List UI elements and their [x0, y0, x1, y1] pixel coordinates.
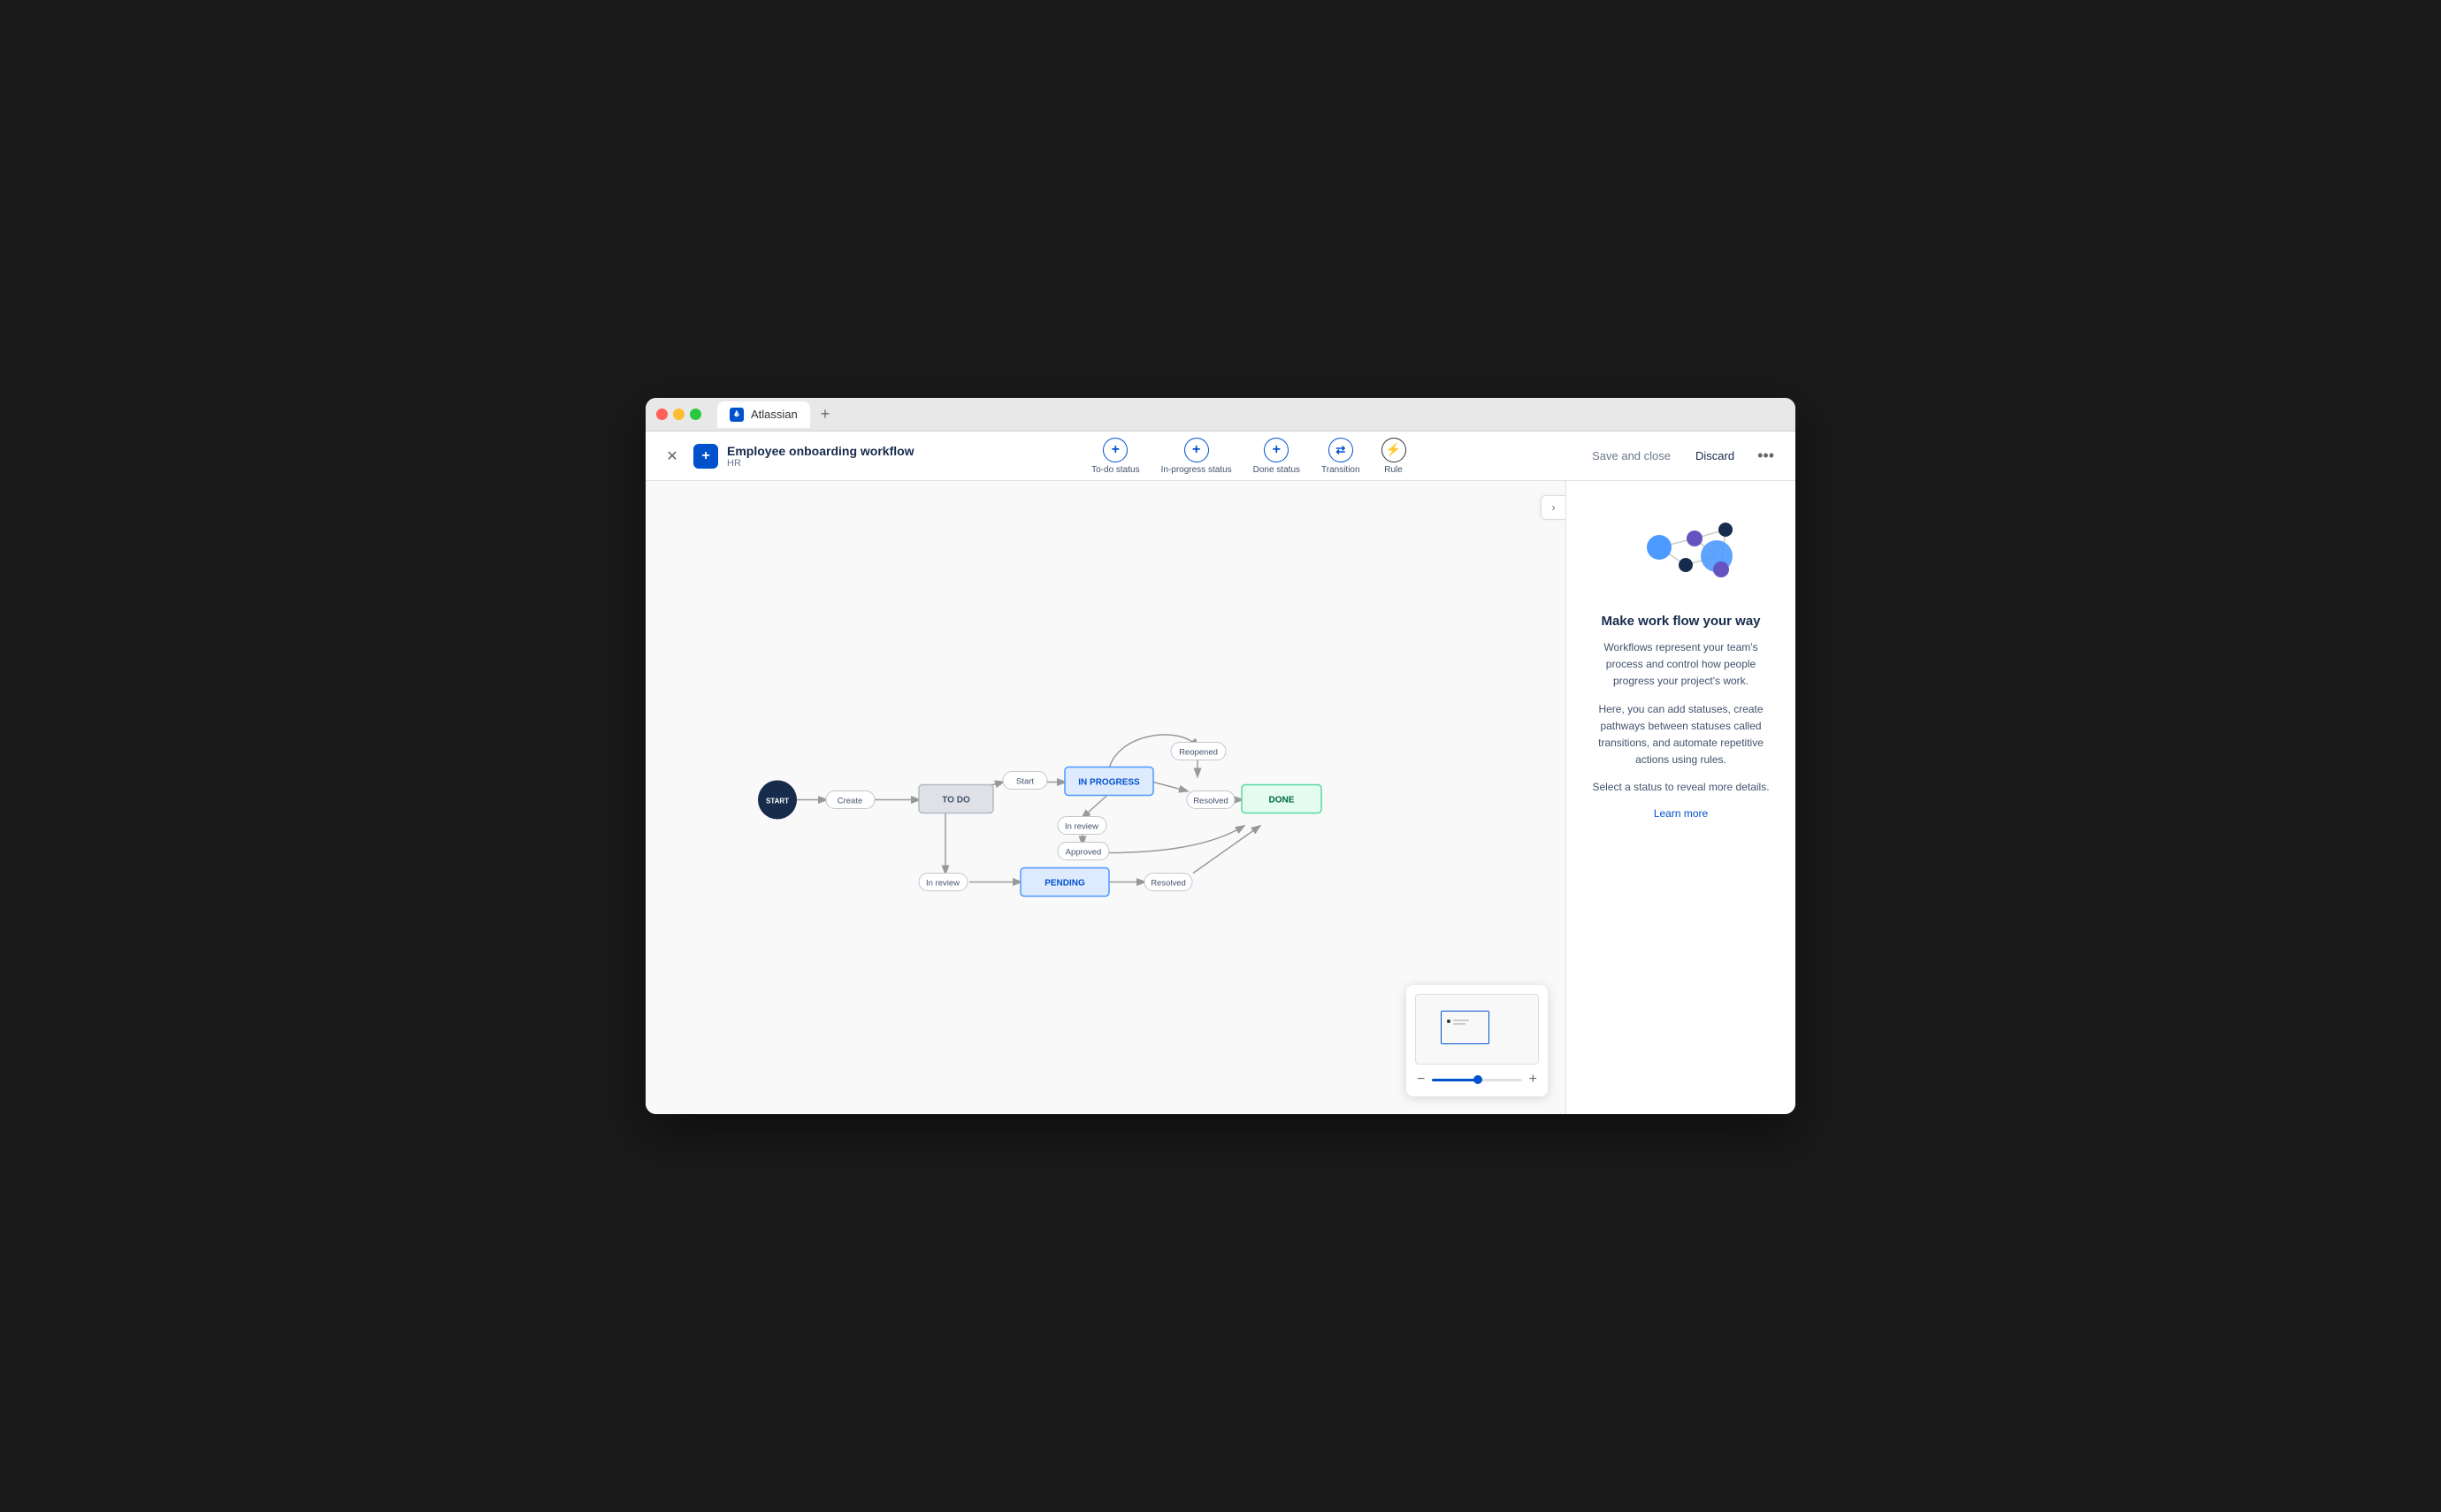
zoom-slider[interactable] [1432, 1079, 1521, 1081]
zoom-in-button[interactable]: + [1527, 1072, 1539, 1088]
workflow-subtitle: HR [727, 458, 914, 469]
app-window: Atlassian + ✕ + Employee onboarding work… [646, 398, 1795, 1114]
line-resolved2-done2 [1193, 827, 1259, 874]
inprogress-status-icon: + [1184, 438, 1209, 462]
close-icon: ✕ [666, 447, 677, 465]
toolbar-center: + To-do status + In-progress status + Do… [914, 438, 1584, 475]
done-status-button[interactable]: + Done status [1253, 438, 1300, 475]
minimap-dot [1447, 1019, 1450, 1023]
rule-icon: ⚡ [1381, 438, 1406, 462]
canvas-area[interactable]: START Create TO DO Start IN PROGRESS [646, 481, 1565, 1114]
chevron-right-icon: › [1552, 501, 1556, 514]
todo-status-button[interactable]: + To-do status [1091, 438, 1139, 475]
transition-label: Transition [1321, 465, 1360, 475]
todo-status-label: To-do status [1091, 465, 1139, 475]
panel-illustration [1619, 508, 1743, 596]
minimap-line-2 [1453, 1023, 1465, 1025]
discard-button[interactable]: Discard [1687, 444, 1743, 468]
learn-more-link[interactable]: Learn more [1654, 807, 1708, 820]
start-label: START [766, 798, 789, 806]
titlebar: Atlassian + [646, 398, 1795, 431]
main-content: START Create TO DO Start IN PROGRESS [646, 481, 1795, 1114]
tab-title: Atlassian [751, 408, 798, 421]
line-inprogress-inreview [1083, 794, 1109, 818]
close-workflow-button[interactable]: ✕ [660, 444, 685, 469]
app-toolbar: ✕ + Employee onboarding workflow HR + To… [646, 431, 1795, 481]
minimize-traffic-light[interactable] [673, 409, 685, 420]
done-label: DONE [1269, 796, 1295, 806]
transition-icon: ⇄ [1328, 438, 1353, 462]
expand-panel-button[interactable]: › [1541, 495, 1565, 520]
resolved2-label: Resolved [1151, 879, 1186, 889]
atlassian-logo-icon [730, 408, 744, 422]
rule-label: Rule [1384, 465, 1403, 475]
maximize-traffic-light[interactable] [690, 409, 701, 420]
panel-desc-1: Workflows represent your team's process … [1588, 639, 1774, 691]
minimap-line-1 [1453, 1019, 1469, 1021]
illustration-svg [1619, 508, 1743, 596]
inreview2-label: In review [926, 879, 960, 889]
minimap: − + [1406, 985, 1548, 1096]
workflow-diagram: START Create TO DO Start IN PROGRESS [746, 654, 1366, 942]
panel-desc-3: Select a status to reveal more details. [1592, 779, 1769, 796]
minimap-lines [1453, 1019, 1469, 1025]
new-tab-button[interactable]: + [821, 405, 830, 424]
approved-label: Approved [1066, 848, 1102, 858]
rule-button[interactable]: ⚡ Rule [1381, 438, 1406, 475]
panel-title: Make work flow your way [1601, 614, 1760, 629]
plus-icon: + [701, 448, 709, 464]
panel-desc-2: Here, you can add statuses, create pathw… [1588, 701, 1774, 769]
traffic-lights [656, 409, 701, 420]
line-approved-done [1105, 827, 1243, 853]
resolved1-label: Resolved [1193, 797, 1228, 806]
reopened-label: Reopened [1179, 748, 1218, 758]
inprogress-status-button[interactable]: + In-progress status [1161, 438, 1232, 475]
transition-button[interactable]: ⇄ Transition [1321, 438, 1360, 475]
done-status-label: Done status [1253, 465, 1300, 475]
zoom-track [1432, 1079, 1477, 1081]
workflow-title: Employee onboarding workflow [727, 444, 914, 458]
create-label: Create [838, 797, 863, 806]
minimap-view [1415, 994, 1539, 1065]
toolbar-left: ✕ + Employee onboarding workflow HR [660, 444, 914, 469]
save-close-button[interactable]: Save and close [1583, 444, 1680, 468]
close-traffic-light[interactable] [656, 409, 668, 420]
more-options-button[interactable]: ••• [1750, 443, 1781, 469]
line-inprogress-resolved1 [1153, 783, 1187, 791]
toolbar-right: Save and close Discard ••• [1583, 443, 1781, 469]
start-trans-label: Start [1016, 777, 1034, 787]
done-status-icon: + [1264, 438, 1289, 462]
add-workflow-button[interactable]: + [693, 444, 718, 469]
inreview1-label: In review [1065, 822, 1098, 832]
inprogress-label: IN PROGRESS [1078, 778, 1140, 788]
zoom-thumb[interactable] [1473, 1075, 1482, 1084]
todo-label: TO DO [942, 796, 970, 806]
workflow-svg: START Create TO DO Start IN PROGRESS [746, 654, 1366, 937]
right-panel: Make work flow your way Workflows repres… [1565, 481, 1795, 1114]
minimap-controls: − + [1415, 1072, 1539, 1088]
workflow-info: Employee onboarding workflow HR [727, 444, 914, 469]
browser-tab[interactable]: Atlassian [717, 401, 810, 428]
minimap-highlight [1441, 1011, 1489, 1044]
inprogress-status-label: In-progress status [1161, 465, 1232, 475]
pending-label: PENDING [1045, 879, 1085, 889]
zoom-out-button[interactable]: − [1415, 1072, 1427, 1088]
todo-status-icon: + [1103, 438, 1128, 462]
